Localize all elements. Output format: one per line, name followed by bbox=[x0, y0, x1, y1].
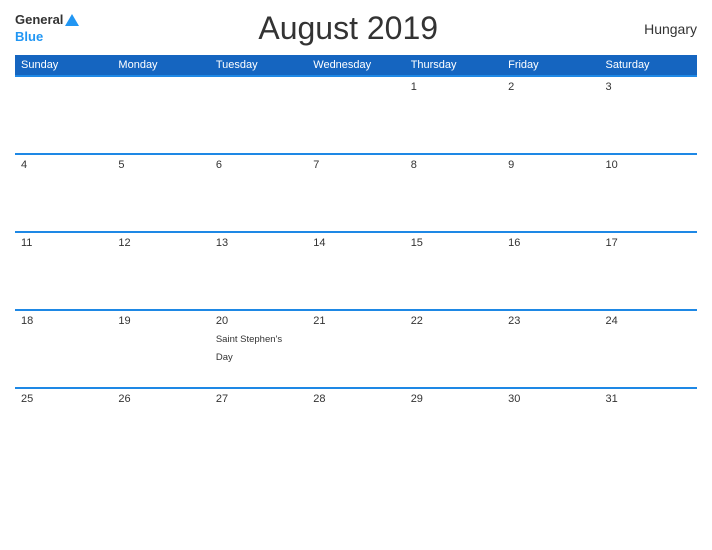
day-number: 3 bbox=[606, 81, 691, 93]
logo-row1: General bbox=[15, 13, 79, 27]
day-header-row: Sunday Monday Tuesday Wednesday Thursday… bbox=[15, 55, 697, 76]
day-cell: 21 bbox=[307, 310, 404, 388]
logo-blue-text: Blue bbox=[15, 30, 43, 44]
day-number: 12 bbox=[118, 237, 203, 249]
day-cell: 28 bbox=[307, 388, 404, 466]
day-cell: 14 bbox=[307, 232, 404, 310]
day-cell bbox=[15, 76, 112, 154]
day-cell: 16 bbox=[502, 232, 599, 310]
day-cell: 17 bbox=[600, 232, 697, 310]
day-cell: 2 bbox=[502, 76, 599, 154]
day-number: 7 bbox=[313, 159, 398, 171]
day-cell: 10 bbox=[600, 154, 697, 232]
header-monday: Monday bbox=[112, 55, 209, 76]
day-number: 22 bbox=[411, 315, 496, 327]
day-number: 11 bbox=[21, 237, 106, 249]
day-cell: 19 bbox=[112, 310, 209, 388]
day-number: 17 bbox=[606, 237, 691, 249]
month-title: August 2019 bbox=[79, 10, 617, 47]
day-cell: 1 bbox=[405, 76, 502, 154]
day-number: 30 bbox=[508, 393, 593, 405]
day-cell: 29 bbox=[405, 388, 502, 466]
week-row-5: 25 26 27 28 29 30 31 bbox=[15, 388, 697, 466]
day-number: 5 bbox=[118, 159, 203, 171]
day-cell: 31 bbox=[600, 388, 697, 466]
day-cell: 27 bbox=[210, 388, 307, 466]
day-cell bbox=[210, 76, 307, 154]
day-number: 16 bbox=[508, 237, 593, 249]
week-row-4: 18 19 20 Saint Stephen's Day 21 22 23 24 bbox=[15, 310, 697, 388]
day-cell: 26 bbox=[112, 388, 209, 466]
week-row-3: 11 12 13 14 15 16 17 bbox=[15, 232, 697, 310]
day-cell: 24 bbox=[600, 310, 697, 388]
logo-row2: Blue bbox=[15, 30, 43, 44]
day-number: 9 bbox=[508, 159, 593, 171]
header-sunday: Sunday bbox=[15, 55, 112, 76]
logo-triangle-icon bbox=[65, 14, 79, 26]
logo-general-text: General bbox=[15, 13, 63, 27]
day-number: 27 bbox=[216, 393, 301, 405]
day-number: 23 bbox=[508, 315, 593, 327]
day-cell: 20 Saint Stephen's Day bbox=[210, 310, 307, 388]
day-cell: 8 bbox=[405, 154, 502, 232]
day-number: 29 bbox=[411, 393, 496, 405]
day-cell: 15 bbox=[405, 232, 502, 310]
day-cell: 25 bbox=[15, 388, 112, 466]
event-text: Saint Stephen's Day bbox=[216, 334, 282, 363]
day-number: 8 bbox=[411, 159, 496, 171]
day-cell bbox=[307, 76, 404, 154]
header-saturday: Saturday bbox=[600, 55, 697, 76]
day-number: 25 bbox=[21, 393, 106, 405]
day-number: 13 bbox=[216, 237, 301, 249]
day-cell: 13 bbox=[210, 232, 307, 310]
day-cell: 6 bbox=[210, 154, 307, 232]
header-friday: Friday bbox=[502, 55, 599, 76]
day-cell: 4 bbox=[15, 154, 112, 232]
day-cell: 30 bbox=[502, 388, 599, 466]
day-cell: 23 bbox=[502, 310, 599, 388]
day-cell: 3 bbox=[600, 76, 697, 154]
day-cell: 22 bbox=[405, 310, 502, 388]
day-number: 28 bbox=[313, 393, 398, 405]
header-thursday: Thursday bbox=[405, 55, 502, 76]
country-label: Hungary bbox=[617, 21, 697, 37]
calendar-header: Sunday Monday Tuesday Wednesday Thursday… bbox=[15, 55, 697, 76]
day-cell bbox=[112, 76, 209, 154]
day-cell: 5 bbox=[112, 154, 209, 232]
day-number: 18 bbox=[21, 315, 106, 327]
day-number: 15 bbox=[411, 237, 496, 249]
header-tuesday: Tuesday bbox=[210, 55, 307, 76]
day-number: 24 bbox=[606, 315, 691, 327]
day-number: 1 bbox=[411, 81, 496, 93]
day-cell: 11 bbox=[15, 232, 112, 310]
day-number: 4 bbox=[21, 159, 106, 171]
logo: General Blue bbox=[15, 13, 79, 44]
week-row-1: 12 3 bbox=[15, 76, 697, 154]
week-row-2: 45 67 89 10 bbox=[15, 154, 697, 232]
day-number: 31 bbox=[606, 393, 691, 405]
calendar-page: General Blue August 2019 Hungary Sunday … bbox=[0, 0, 712, 550]
day-cell: 7 bbox=[307, 154, 404, 232]
day-number: 10 bbox=[606, 159, 691, 171]
day-number: 19 bbox=[118, 315, 203, 327]
day-cell: 9 bbox=[502, 154, 599, 232]
day-number: 21 bbox=[313, 315, 398, 327]
header-wednesday: Wednesday bbox=[307, 55, 404, 76]
header: General Blue August 2019 Hungary bbox=[15, 10, 697, 47]
day-number: 20 bbox=[216, 315, 301, 327]
day-number: 2 bbox=[508, 81, 593, 93]
day-number: 14 bbox=[313, 237, 398, 249]
calendar-body: 1234567891011121314151617181920Saint Ste… bbox=[15, 76, 697, 466]
calendar-table: Sunday Monday Tuesday Wednesday Thursday… bbox=[15, 55, 697, 466]
day-number: 26 bbox=[118, 393, 203, 405]
day-number: 6 bbox=[216, 159, 301, 171]
day-cell: 18 bbox=[15, 310, 112, 388]
day-cell: 12 bbox=[112, 232, 209, 310]
